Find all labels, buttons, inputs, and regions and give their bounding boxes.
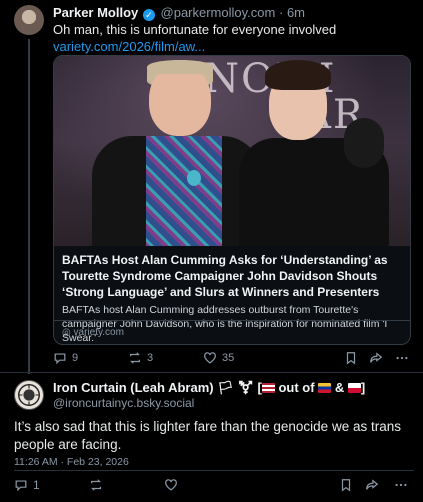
name-out-of: out of bbox=[278, 380, 315, 395]
flag-venezuela-icon bbox=[318, 383, 332, 393]
heart-icon bbox=[165, 479, 177, 491]
more-icon bbox=[396, 356, 408, 360]
post-time[interactable]: 6m bbox=[287, 5, 305, 20]
more-button-2[interactable] bbox=[394, 478, 408, 492]
flag-us-icon bbox=[261, 383, 275, 393]
bracket-close: ] bbox=[360, 380, 366, 395]
verified-badge-icon: ✓ bbox=[142, 9, 155, 21]
flag-greenland-icon bbox=[347, 383, 361, 393]
trans-symbol-icon: ⚧ bbox=[237, 380, 254, 395]
repost-button[interactable]: 3 bbox=[128, 351, 153, 365]
post-link[interactable]: variety.com/2026/film/aw... bbox=[53, 39, 205, 54]
avatar-iron-curtain[interactable] bbox=[14, 380, 44, 410]
reply-button[interactable]: 9 bbox=[53, 351, 78, 365]
post-separator bbox=[0, 372, 423, 373]
post2-text: It’s also sad that this is lighter fare … bbox=[14, 419, 401, 452]
share-button-2[interactable] bbox=[365, 478, 379, 492]
post2-date[interactable]: 11:26 AM · Feb 23, 2026 bbox=[14, 456, 129, 468]
repost-icon bbox=[91, 479, 101, 491]
link-card[interactable]: NOMI AR BAFTAs Host Alan Cumming Asks fo… bbox=[53, 55, 411, 345]
globe-icon: ◎ bbox=[62, 327, 71, 338]
author-name[interactable]: Parker Molloy bbox=[53, 5, 138, 20]
share-icon bbox=[370, 352, 383, 363]
link-card-description: BAFTAs host Alan Cumming addresses outbu… bbox=[62, 304, 388, 344]
separator-dot: · bbox=[278, 5, 284, 20]
post-text: Oh man, this is unfortunate for everyone… bbox=[53, 21, 413, 55]
name-and: & bbox=[334, 380, 345, 395]
reply-count-2: 1 bbox=[33, 478, 40, 492]
share-button[interactable] bbox=[369, 351, 383, 365]
post-parker-molloy: Parker Molloy ✓ @parkermolloy.com · 6m O… bbox=[0, 0, 423, 374]
author-handle[interactable]: @parkermolloy.com bbox=[161, 5, 276, 20]
post2-actions: 1 bbox=[14, 478, 414, 496]
bookmark-button[interactable] bbox=[344, 351, 358, 365]
bookmark-button-2[interactable] bbox=[339, 478, 353, 492]
bookmark-icon bbox=[341, 479, 351, 492]
card-divider bbox=[54, 320, 410, 321]
author-name-2[interactable]: Iron Curtain (Leah Abram) bbox=[53, 380, 214, 395]
thread-line bbox=[28, 39, 30, 374]
reply-icon bbox=[15, 480, 27, 492]
like-button[interactable]: 35 bbox=[203, 351, 234, 365]
avatar-parker-molloy[interactable] bbox=[14, 5, 44, 35]
post-header: Parker Molloy ✓ @parkermolloy.com · 6m bbox=[53, 5, 305, 21]
post-text-body: Oh man, this is unfortunate for everyone… bbox=[53, 22, 337, 37]
like-count: 35 bbox=[222, 352, 235, 364]
post-actions: 9 3 35 bbox=[53, 351, 413, 369]
repost-icon bbox=[130, 352, 140, 364]
link-card-domain: ◎ variety.com bbox=[62, 327, 124, 338]
author-handle-2[interactable]: @ironcurtainyc.bsky.social bbox=[53, 396, 194, 410]
repost-count: 3 bbox=[147, 352, 154, 364]
more-button[interactable] bbox=[395, 351, 409, 365]
reply-icon bbox=[54, 353, 66, 365]
link-card-title: BAFTAs Host Alan Cumming Asks for ‘Under… bbox=[62, 253, 388, 299]
heart-icon bbox=[204, 352, 216, 364]
flag-white-icon: 🏳 bbox=[217, 380, 234, 395]
post2-header: Iron Curtain (Leah Abram) 🏳 ⚧ [ out of &… bbox=[53, 380, 365, 396]
reply-count: 9 bbox=[72, 352, 79, 364]
reply-button-2[interactable]: 1 bbox=[14, 478, 40, 492]
like-button-2[interactable] bbox=[164, 478, 178, 492]
post2-divider bbox=[14, 470, 414, 471]
repost-button-2[interactable] bbox=[89, 478, 103, 492]
link-card-domain-text: variety.com bbox=[73, 327, 124, 338]
share-icon bbox=[366, 479, 379, 490]
link-card-image: NOMI AR bbox=[54, 56, 410, 246]
more-icon bbox=[395, 483, 407, 487]
bookmark-icon bbox=[346, 352, 356, 365]
